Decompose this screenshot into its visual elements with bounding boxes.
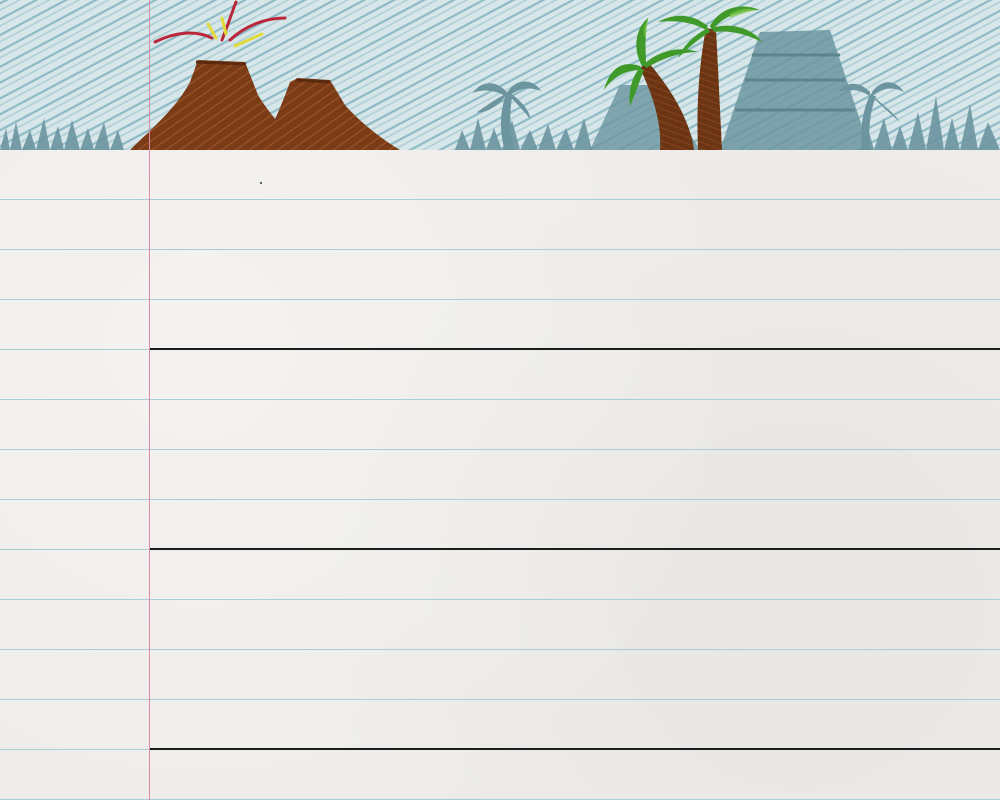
paper-speck bbox=[260, 182, 262, 184]
writing-line bbox=[150, 548, 1000, 550]
ruled-line bbox=[0, 449, 1000, 450]
ruled-line bbox=[0, 699, 1000, 700]
lined-paper-page bbox=[0, 0, 1000, 800]
ruled-line bbox=[0, 499, 1000, 500]
paper-body bbox=[0, 150, 1000, 800]
ruled-line bbox=[0, 399, 1000, 400]
margin-line bbox=[149, 0, 150, 800]
ruled-line bbox=[0, 299, 1000, 300]
ruled-line bbox=[0, 249, 1000, 250]
writing-line bbox=[150, 348, 1000, 350]
ruled-line bbox=[0, 599, 1000, 600]
ruled-line bbox=[0, 649, 1000, 650]
ruled-line bbox=[0, 199, 1000, 200]
crayon-landscape-header bbox=[0, 0, 1000, 150]
writing-line bbox=[150, 748, 1000, 750]
